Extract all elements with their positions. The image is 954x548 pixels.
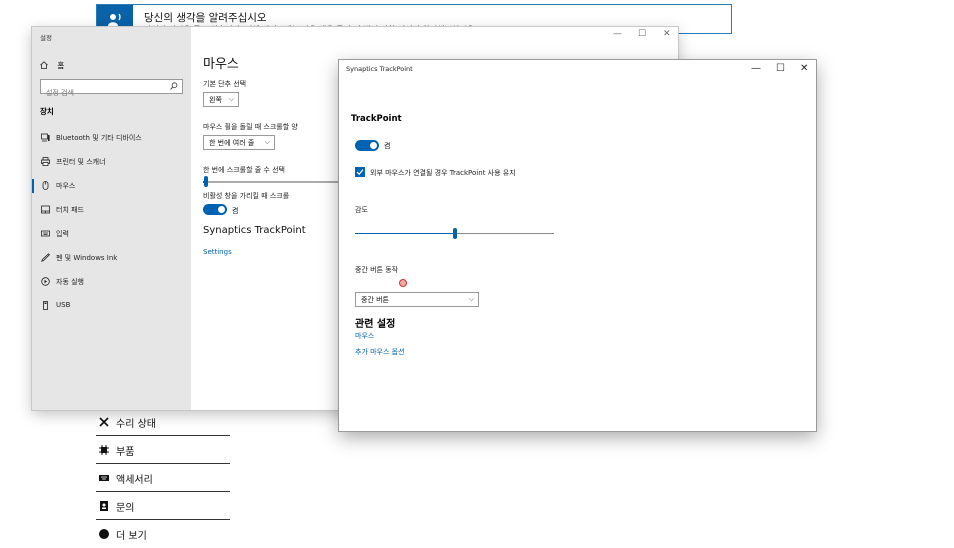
chevron-down-icon: ⌵ xyxy=(228,95,234,103)
home-nav[interactable]: 홈 xyxy=(40,60,64,71)
list-item-contact[interactable]: 문의 xyxy=(96,494,230,520)
lines-slider[interactable] xyxy=(203,176,339,187)
autoplay-icon xyxy=(41,277,50,286)
search-icon[interactable] xyxy=(170,82,178,90)
lines-label: 한 번에 스크롤할 줄 수 선택 xyxy=(203,166,285,174)
keyboard-icon xyxy=(99,475,109,481)
window-title: 설정 xyxy=(40,34,52,42)
keep-trackpoint-label: 외부 마우스가 연결될 경우 TrackPoint 사용 유지 xyxy=(370,169,516,177)
home-icon xyxy=(40,61,48,69)
toggle-knob xyxy=(218,206,225,213)
list-item-label: 액세서리 xyxy=(116,475,153,486)
page-title: 마우스 xyxy=(203,57,239,72)
sidebar-item-label: Bluetooth 및 기타 디바이스 xyxy=(56,134,142,142)
sidebar-item-label: USB xyxy=(56,301,71,309)
trackpoint-window: Synaptics TrackPoint — ☐ ✕ TrackPoint 켬 … xyxy=(339,60,816,431)
middle-button-select[interactable]: 중간 버튼 ⌵ xyxy=(355,292,479,307)
sidebar-item-autoplay[interactable]: 자동 실행 xyxy=(32,272,191,292)
touchpad-icon xyxy=(41,205,50,214)
sidebar-item-label: 마우스 xyxy=(56,182,76,190)
related-settings-title: 관련 설정 xyxy=(355,319,396,330)
window-title: Synaptics TrackPoint xyxy=(346,65,413,73)
sidebar-item-usb[interactable]: USB xyxy=(32,296,191,316)
minimize-button[interactable]: — xyxy=(751,63,761,74)
home-label: 홈 xyxy=(57,61,65,70)
sidebar-item-label: 입력 xyxy=(56,230,69,238)
sensitivity-slider-thumb[interactable] xyxy=(453,228,457,239)
more-icon xyxy=(99,529,109,539)
toggle-knob xyxy=(370,142,377,149)
trackpoint-toggle[interactable] xyxy=(355,140,379,151)
close-button[interactable]: ✕ xyxy=(663,29,671,39)
sidebar-item-bluetooth[interactable]: Bluetooth 및 기타 디바이스 xyxy=(32,128,191,148)
sidebar-item-printers[interactable]: 프린터 및 스캐너 xyxy=(32,152,191,172)
pen-icon xyxy=(41,253,50,262)
middle-button-value: 중간 버튼 xyxy=(361,296,389,304)
wrench-icon xyxy=(99,417,109,427)
list-item-parts[interactable]: 부품 xyxy=(96,438,230,464)
search-input[interactable] xyxy=(41,87,164,99)
section-title: Synaptics TrackPoint xyxy=(203,225,306,236)
settings-sidebar: 설정 홈 장치 Bluetooth 및 기타 디바이스 프린터 및 스캐너 마우… xyxy=(32,27,191,410)
close-button[interactable]: ✕ xyxy=(800,63,808,74)
list-item-label: 수리 상태 xyxy=(116,419,156,430)
inactive-scroll-state: 켬 xyxy=(232,207,239,215)
sidebar-item-label: 자동 실행 xyxy=(56,278,84,286)
trackpoint-heading: TrackPoint xyxy=(351,114,402,124)
related-link-more-mouse-options[interactable]: 추가 마우스 옵션 xyxy=(355,347,405,357)
inactive-scroll-label: 비활성 창을 가리킬 때 스크롤 xyxy=(203,192,290,200)
checkmark-icon xyxy=(356,169,364,176)
related-link-mouse[interactable]: 마우스 xyxy=(355,331,374,341)
primary-button-select[interactable]: 왼쪽 ⌵ xyxy=(203,92,239,107)
middle-button-label: 중간 버튼 동작 xyxy=(355,266,399,274)
maximize-button[interactable]: ☐ xyxy=(776,63,785,74)
keep-trackpoint-checkbox[interactable] xyxy=(355,167,365,177)
chevron-down-icon: ⌵ xyxy=(264,138,270,146)
scroll-wheel-label: 마우스 휠을 돌릴 때 스크롤할 양 xyxy=(203,123,298,131)
list-item-label: 부품 xyxy=(116,447,135,458)
list-item-label: 문의 xyxy=(116,503,135,514)
sidebar-item-touchpad[interactable]: 터치 패드 xyxy=(32,200,191,220)
sidebar-item-label: 펜 및 Windows Ink xyxy=(56,254,118,262)
usb-icon xyxy=(43,301,48,310)
trackpoint-toggle-state: 켬 xyxy=(384,142,391,150)
sidebar-item-label: 터치 패드 xyxy=(56,206,84,214)
list-item-accessories[interactable]: 액세서리 xyxy=(96,466,230,492)
sidebar-item-label: 프린터 및 스캐너 xyxy=(56,158,106,166)
sidebar-item-mouse[interactable]: 마우스 xyxy=(32,176,191,196)
sidebar-item-typing[interactable]: 입력 xyxy=(32,224,191,244)
click-indicator xyxy=(399,279,407,287)
sensitivity-label: 감도 xyxy=(355,206,368,214)
settings-search[interactable] xyxy=(40,79,183,99)
list-item-repair-status[interactable]: 수리 상태 xyxy=(96,410,230,436)
contact-icon xyxy=(100,501,108,511)
list-item-label: 더 보기 xyxy=(116,531,147,542)
bluetooth-devices-icon xyxy=(41,133,50,142)
chevron-down-icon: ⌵ xyxy=(468,295,474,303)
list-item-more[interactable]: 더 보기 xyxy=(96,522,230,548)
inactive-scroll-toggle[interactable] xyxy=(203,204,227,215)
banner-title: 당신의 생각을 알려주십시오 xyxy=(144,12,267,24)
scroll-wheel-select[interactable]: 한 번에 여러 줄 ⌵ xyxy=(203,135,275,150)
sensitivity-slider[interactable] xyxy=(355,228,554,239)
primary-button-value: 왼쪽 xyxy=(209,96,222,104)
chip-icon xyxy=(99,445,109,455)
primary-button-label: 기본 단추 선택 xyxy=(203,80,247,88)
minimize-button[interactable]: — xyxy=(613,29,622,39)
sensitivity-slider-fill xyxy=(355,233,455,234)
maximize-button[interactable]: ☐ xyxy=(638,29,646,39)
scroll-wheel-value: 한 번에 여러 줄 xyxy=(209,139,255,147)
sidebar-item-pen[interactable]: 펜 및 Windows Ink xyxy=(32,248,191,268)
keyboard-icon xyxy=(41,230,50,237)
settings-link[interactable]: Settings xyxy=(203,248,232,256)
lines-slider-thumb[interactable] xyxy=(204,176,208,187)
category-title: 장치 xyxy=(40,107,54,116)
mouse-icon xyxy=(42,181,49,190)
printer-icon xyxy=(41,157,50,166)
